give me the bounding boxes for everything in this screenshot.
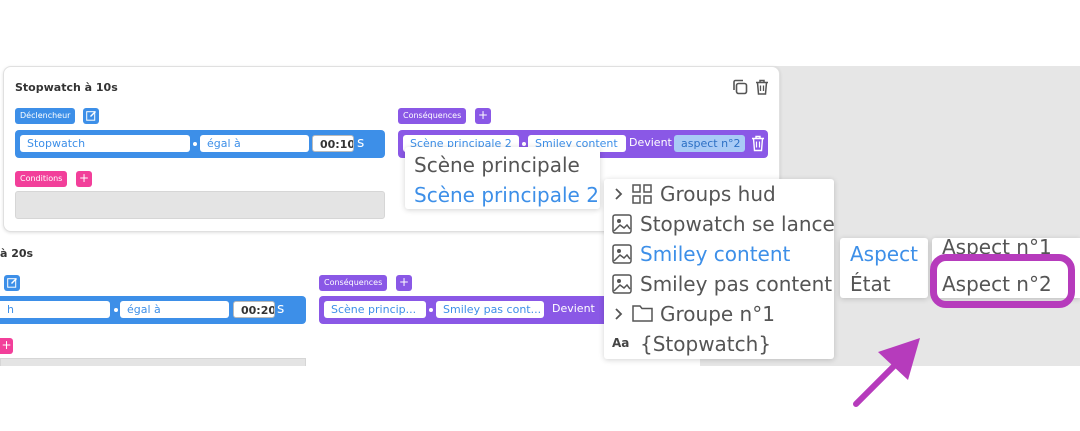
conditions-dropzone[interactable] [0,358,306,366]
consequences-label: Conséquences [319,275,388,291]
image-icon [612,214,632,234]
object-option-selected[interactable]: Smiley content [640,242,790,266]
separator-dot [522,142,526,146]
trigger-unit: s [357,135,365,151]
separator-dot [429,308,433,312]
consequence-object-field[interactable]: Smiley pas cont... [436,301,544,318]
image-icon [612,244,632,264]
add-consequence-button[interactable]: + [396,275,412,291]
consequence-verb: Devient [629,136,672,149]
object-option[interactable]: {Stopwatch} [640,332,771,356]
rule-title: à 20s [0,247,34,260]
edit-trigger-button[interactable] [83,108,99,124]
object-option[interactable]: Smiley pas content [640,272,832,296]
add-condition-button[interactable]: + [0,338,13,354]
conditions-dropzone[interactable] [15,191,385,219]
scene-option-selected[interactable]: Scène principale 2 [414,183,599,207]
object-dropdown: Groups hud Stopwatch se lance Smiley con… [604,179,835,359]
edit-icon [6,278,17,288]
trigger-operator-field[interactable]: égal à [200,135,309,152]
consequence-scene-field[interactable]: Scène princip... [324,301,426,318]
trigger-object-field[interactable]: Stopwatch [20,135,190,152]
rule-title: Stopwatch à 10s [15,81,118,94]
annotation-arrow-icon [853,338,920,407]
property-option[interactable]: État [850,272,891,296]
trigger-unit: s [277,301,285,317]
edit-trigger-button[interactable] [4,275,20,291]
annotation-highlight-ring [930,254,1075,308]
add-condition-button[interactable]: + [76,171,92,187]
trigger-value-field[interactable]: 00:20 [233,301,275,318]
trigger-bar: h égal à 00:20 s [0,296,306,324]
edit-icon [85,111,96,121]
consequences-label: Conséquences [398,108,467,124]
separator-dot [193,142,197,146]
trigger-operator-field[interactable]: égal à [120,301,229,318]
property-dropdown: Aspect État [840,238,928,298]
scene-option[interactable]: Scène principale [414,153,580,177]
trigger-bar: Stopwatch égal à 00:10 s [15,130,385,158]
consequence-verb: Devient [552,302,595,315]
property-option-selected[interactable]: Aspect [850,242,918,266]
trigger-label: Déclencheur [15,108,76,124]
object-option[interactable]: Groups hud [660,182,776,206]
trigger-object-field[interactable]: h [0,301,110,318]
image-icon [612,274,632,294]
text-icon: Aa [612,336,630,350]
separator-dot [114,308,118,312]
object-option[interactable]: Groupe n°1 [660,302,775,326]
consequence-aspect-field[interactable]: aspect n°2 [674,135,745,152]
trash-icon[interactable] [751,135,769,153]
grid-icon [632,184,652,204]
scene-dropdown: Scène principale Scène principale 2 [405,147,600,209]
object-option[interactable]: Stopwatch se lance [640,212,835,236]
conditions-label: Conditions [15,171,68,187]
duplicate-icon[interactable] [731,78,749,96]
consequence-bar: Scène princip... Smiley pas cont... Devi… [319,296,619,324]
trigger-value-field[interactable]: 00:10 [312,135,354,152]
add-consequence-button[interactable]: + [475,108,491,124]
trash-icon[interactable] [753,78,771,96]
chevron-right-icon[interactable] [614,187,624,201]
chevron-right-icon[interactable] [614,307,624,321]
folder-icon [632,305,653,322]
